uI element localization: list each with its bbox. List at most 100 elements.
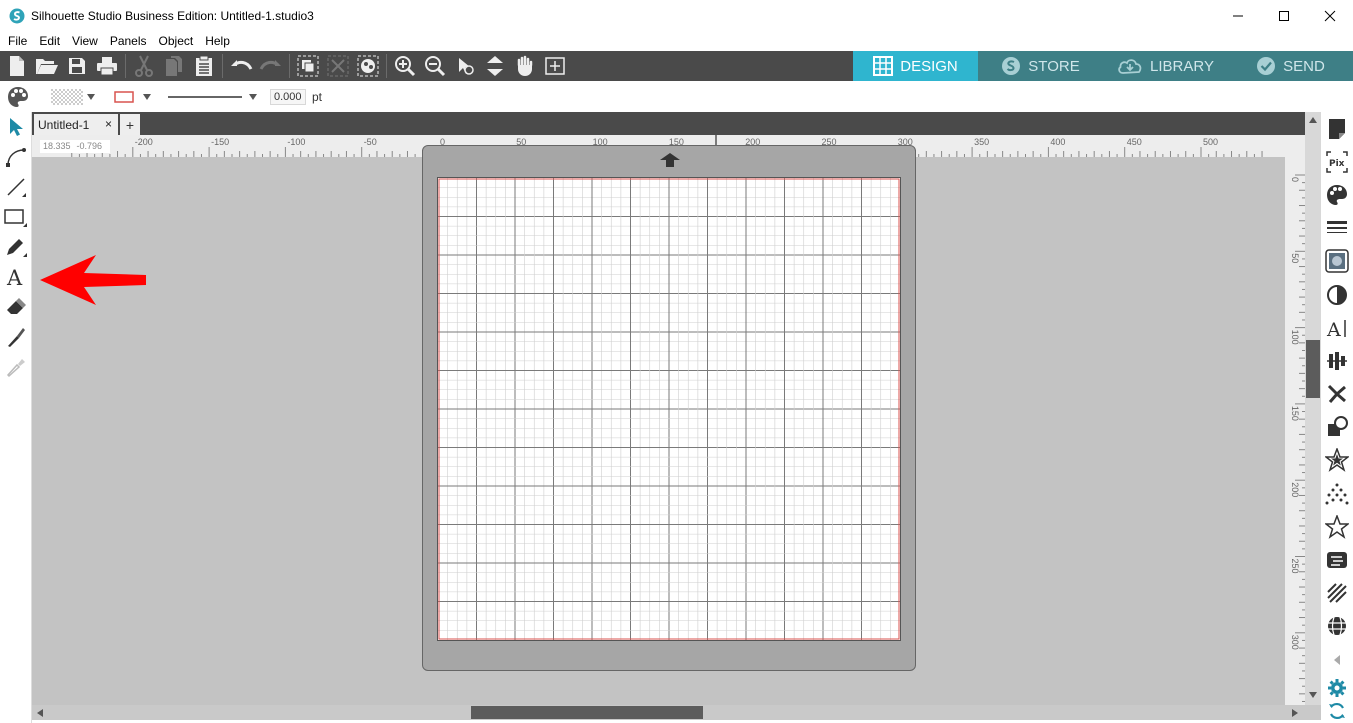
chevron-down-icon [87, 93, 95, 100]
copy-button[interactable] [159, 51, 189, 81]
eyedropper-tool[interactable] [0, 352, 32, 382]
stitch-panel-button[interactable] [1321, 543, 1353, 576]
toolbar-divider [289, 54, 290, 78]
vertical-scrollbar[interactable] [1305, 112, 1321, 705]
save-button[interactable] [62, 51, 92, 81]
tab-store[interactable]: STORE [978, 51, 1103, 81]
line-style-icon [1327, 221, 1347, 234]
compound-path-button[interactable] [353, 51, 383, 81]
select-tool[interactable] [0, 112, 32, 142]
line-style-dropdown[interactable] [168, 93, 258, 101]
rectangle-icon [4, 209, 27, 227]
align-icon [1327, 351, 1347, 370]
knife-tool[interactable] [0, 322, 32, 352]
trace-panel-button[interactable] [1321, 245, 1353, 278]
cloud-download-icon [1118, 59, 1142, 74]
scroll-right-icon[interactable] [1291, 708, 1299, 718]
main-toolbar: DESIGN STORE LIBRARY SEND [0, 51, 1353, 81]
expand-panels-button[interactable] [1321, 643, 1353, 676]
fit-to-window-button[interactable] [540, 51, 570, 81]
half-circle-icon [1327, 284, 1347, 305]
transparency-panel-button[interactable] [1321, 278, 1353, 311]
undo-button[interactable] [226, 51, 256, 81]
menu-panels[interactable]: Panels [104, 34, 153, 48]
group-button[interactable] [293, 51, 323, 81]
tab-untitled-1[interactable]: Untitled-1 × [34, 114, 118, 135]
ungroup-button[interactable] [323, 51, 353, 81]
line-tool[interactable] [0, 172, 32, 202]
ruler-label: 300 [1290, 635, 1300, 650]
line-color-dropdown[interactable] [114, 90, 152, 103]
close-tab-button[interactable]: × [105, 117, 112, 131]
horizontal-scrollbar[interactable] [32, 705, 1321, 720]
scroll-up-icon[interactable] [1308, 116, 1318, 124]
line-width-input[interactable]: 0.000 [270, 88, 306, 105]
replicate-panel-button[interactable] [1321, 378, 1353, 411]
pan-button[interactable] [510, 51, 540, 81]
design-canvas[interactable]: -200 -150 -100 -50 0 50 100 150 200 250 300 350 400 4… [32, 135, 1305, 705]
pixscan-panel-button[interactable]: Pix [1321, 145, 1353, 178]
point-edit-tool[interactable] [0, 142, 32, 172]
fill-pattern-dropdown[interactable] [51, 88, 96, 105]
zoom-in-button[interactable] [390, 51, 420, 81]
align-panel-button[interactable] [1321, 344, 1353, 377]
offset-panel-button[interactable] [1321, 444, 1353, 477]
draw-tool[interactable] [0, 232, 32, 262]
tab-send-label: SEND [1283, 57, 1325, 75]
silhouette-app-icon [9, 8, 25, 23]
document-tab-bar: Untitled-1 × + [32, 112, 1321, 135]
fill-panel-button[interactable] [1321, 178, 1353, 211]
text-a-icon: A [1326, 319, 1346, 339]
menu-file[interactable]: File [0, 34, 33, 48]
sketch-panel-button[interactable] [1321, 477, 1353, 510]
vertical-scroll-thumb[interactable] [1306, 340, 1320, 398]
line-color-swatch-icon [114, 90, 134, 103]
tab-design[interactable]: DESIGN [853, 51, 978, 81]
cut-button[interactable] [129, 51, 159, 81]
menu-edit[interactable]: Edit [33, 34, 66, 48]
maximize-button[interactable] [1261, 0, 1307, 31]
menu-help[interactable]: Help [199, 34, 236, 48]
new-document-button[interactable] [2, 51, 32, 81]
zoom-select-button[interactable] [450, 51, 480, 81]
text-tool[interactable]: A [0, 262, 32, 292]
palette-icon [8, 86, 28, 107]
preferences-button[interactable] [1321, 676, 1353, 700]
tab-send[interactable]: SEND [1228, 51, 1353, 81]
redo-button[interactable] [256, 51, 286, 81]
cursor-x: 18.335 [43, 141, 71, 151]
print-button[interactable] [92, 51, 122, 81]
ruler-label: -100 [287, 137, 305, 147]
new-tab-button[interactable]: + [120, 114, 140, 135]
close-window-button[interactable] [1307, 0, 1353, 31]
modify-panel-button[interactable] [1321, 411, 1353, 444]
fill-color-button[interactable] [0, 81, 36, 112]
ruler-label: 50 [1290, 253, 1300, 263]
text-style-panel-button[interactable]: A [1321, 311, 1353, 344]
printer-icon [97, 57, 117, 76]
sync-button[interactable] [1321, 700, 1353, 722]
warp-panel-button[interactable] [1321, 610, 1353, 643]
globe-grid-icon [1328, 617, 1346, 636]
page-setup-panel-button[interactable] [1321, 112, 1353, 145]
hatch-panel-button[interactable] [1321, 577, 1353, 610]
rectangle-tool[interactable] [0, 202, 32, 232]
horizontal-scroll-thumb[interactable] [471, 706, 703, 719]
fit-to-page-button[interactable] [480, 51, 510, 81]
menu-object[interactable]: Object [153, 34, 200, 48]
scroll-down-icon[interactable] [1308, 691, 1318, 699]
zoom-out-button[interactable] [420, 51, 450, 81]
line-style-panel-button[interactable] [1321, 212, 1353, 245]
ruler-corner [1285, 135, 1305, 157]
paste-button[interactable] [189, 51, 219, 81]
svg-text:A: A [1326, 319, 1341, 339]
minimize-button[interactable] [1215, 0, 1261, 31]
open-button[interactable] [32, 51, 62, 81]
menu-view[interactable]: View [66, 34, 104, 48]
tab-library[interactable]: LIBRARY [1103, 51, 1228, 81]
group-icon [297, 55, 319, 77]
library-shapes-panel-button[interactable] [1321, 510, 1353, 543]
zoom-out-icon [425, 56, 446, 77]
scroll-left-icon[interactable] [36, 708, 44, 718]
eraser-tool[interactable] [0, 292, 32, 322]
